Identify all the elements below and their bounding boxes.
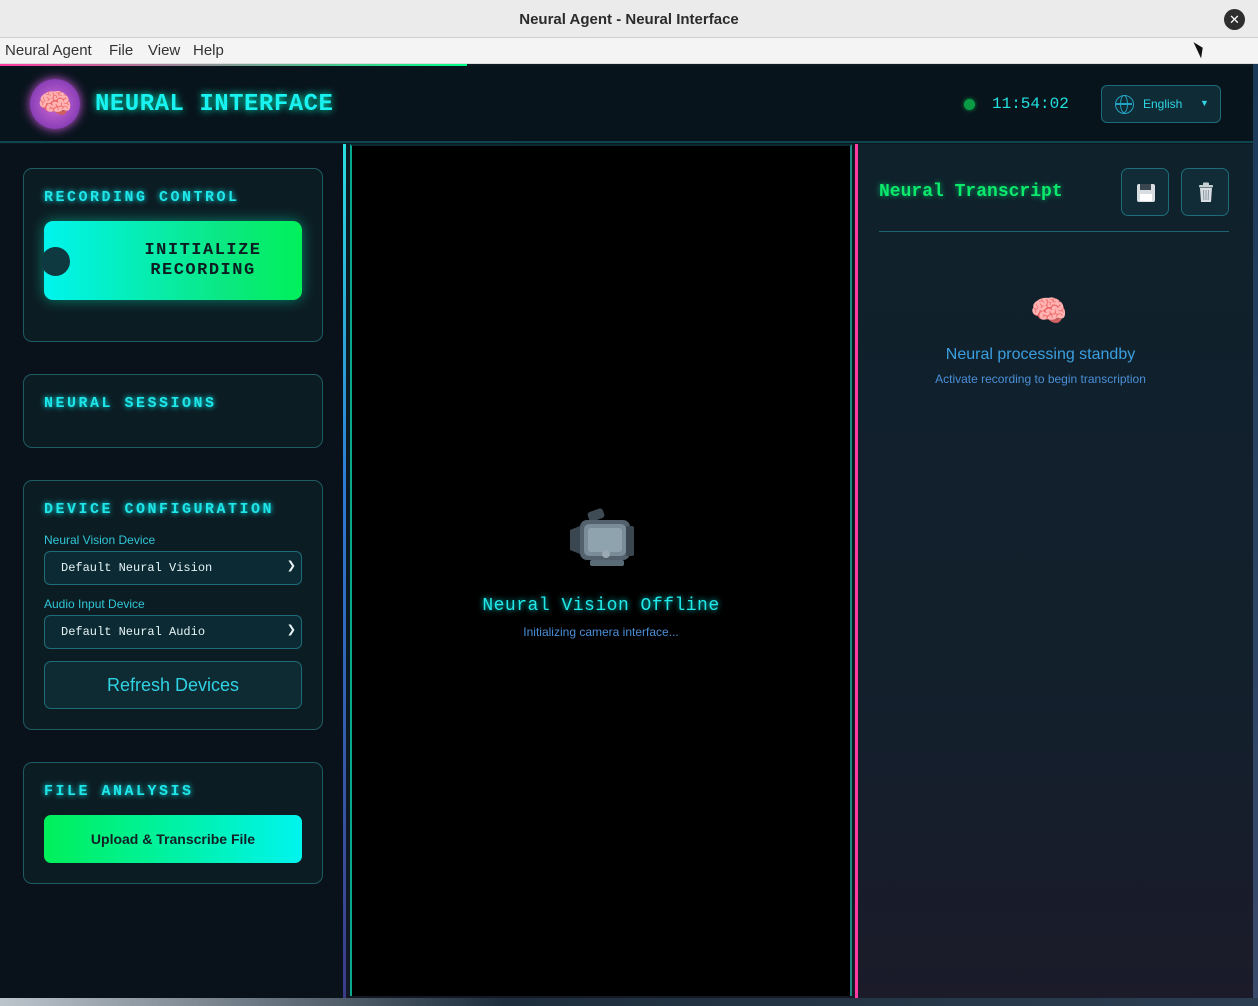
app-header: 🧠 NEURAL INTERFACE 11:54:02 English ▼ — [0, 66, 1253, 143]
window-close-button[interactable]: ✕ — [1224, 9, 1245, 30]
window-title: Neural Agent - Neural Interface — [519, 11, 739, 28]
menu-help[interactable]: Help — [193, 42, 224, 59]
device-configuration-heading: DEVICE CONFIGURATION — [44, 501, 275, 518]
desktop-background-edge — [1253, 64, 1258, 998]
language-selected: English — [1143, 97, 1183, 111]
recording-control-card: RECORDING CONTROL INITIALIZE RECORDING — [23, 168, 323, 342]
delete-transcript-button[interactable] — [1181, 168, 1229, 216]
brain-logo-icon: 🧠 — [30, 79, 80, 129]
chevron-down-icon: ▼ — [1200, 98, 1209, 108]
connection-status-dot — [964, 99, 975, 110]
recording-button-line1: INITIALIZE — [144, 241, 262, 260]
vision-status: Neural Vision Offline — [482, 596, 720, 616]
chevron-down-icon: ❯ — [286, 560, 296, 572]
audio-device-label: Audio Input Device — [44, 597, 145, 611]
device-configuration-card: DEVICE CONFIGURATION Neural Vision Devic… — [23, 480, 323, 730]
save-transcript-button[interactable] — [1121, 168, 1169, 216]
vision-device-label: Neural Vision Device — [44, 533, 156, 547]
file-analysis-heading: FILE ANALYSIS — [44, 783, 194, 800]
save-icon — [1137, 184, 1155, 202]
audio-device-select[interactable]: ❯ Default Neural Audio — [44, 615, 302, 649]
video-camera-icon — [570, 508, 634, 566]
chevron-down-icon: ❯ — [286, 624, 296, 636]
app-title: NEURAL INTERFACE — [95, 91, 334, 118]
initialize-recording-button[interactable]: INITIALIZE RECORDING — [41, 221, 302, 300]
record-indicator-icon — [41, 247, 70, 276]
language-selector[interactable]: English ▼ — [1101, 85, 1221, 123]
refresh-devices-button[interactable]: Refresh Devices — [44, 661, 302, 709]
transcript-empty-subtitle: Activate recording to begin transcriptio… — [935, 372, 1146, 386]
transcript-divider — [879, 231, 1229, 232]
vision-substatus: Initializing camera interface... — [523, 625, 679, 639]
file-analysis-card: FILE ANALYSIS Upload & Transcribe File — [23, 762, 323, 884]
neural-sessions-heading: NEURAL SESSIONS — [44, 395, 217, 412]
transcript-heading: Neural Transcript — [879, 182, 1063, 202]
left-sidebar: RECORDING CONTROL INITIALIZE RECORDING N… — [0, 144, 346, 998]
neural-sessions-card: NEURAL SESSIONS — [23, 374, 323, 448]
menubar: Neural Agent File View Help — [0, 38, 1258, 64]
globe-icon — [1115, 95, 1134, 114]
clock-display: 11:54:02 — [992, 95, 1069, 113]
transcript-empty-title: Neural processing standby — [945, 346, 1136, 363]
desktop-background-bottom — [0, 998, 1258, 1006]
audio-device-value: Default Neural Audio — [61, 625, 206, 639]
vision-device-value: Default Neural Vision — [61, 561, 213, 575]
recording-control-heading: RECORDING CONTROL — [44, 189, 240, 206]
menu-neural-agent[interactable]: Neural Agent — [5, 42, 92, 59]
recording-button-label: INITIALIZE RECORDING — [104, 241, 302, 281]
trash-icon — [1199, 182, 1213, 202]
menu-view[interactable]: View — [148, 42, 180, 59]
video-preview-panel: Neural Vision Offline Initializing camer… — [350, 144, 852, 996]
upload-transcribe-button[interactable]: Upload & Transcribe File — [44, 815, 302, 863]
menu-file[interactable]: File — [109, 42, 133, 59]
vision-device-select[interactable]: Default Neural Vision ❯ — [44, 551, 302, 585]
brain-icon: 🧠 — [1030, 295, 1068, 328]
window-titlebar: Neural Agent - Neural Interface ✕ — [0, 0, 1258, 38]
transcript-panel: Neural Transcript 🧠 Neural processing st… — [855, 144, 1253, 998]
recording-button-line2: RECORDING — [150, 261, 256, 280]
app-root: 🧠 NEURAL INTERFACE 11:54:02 English ▼ RE… — [0, 64, 1253, 998]
